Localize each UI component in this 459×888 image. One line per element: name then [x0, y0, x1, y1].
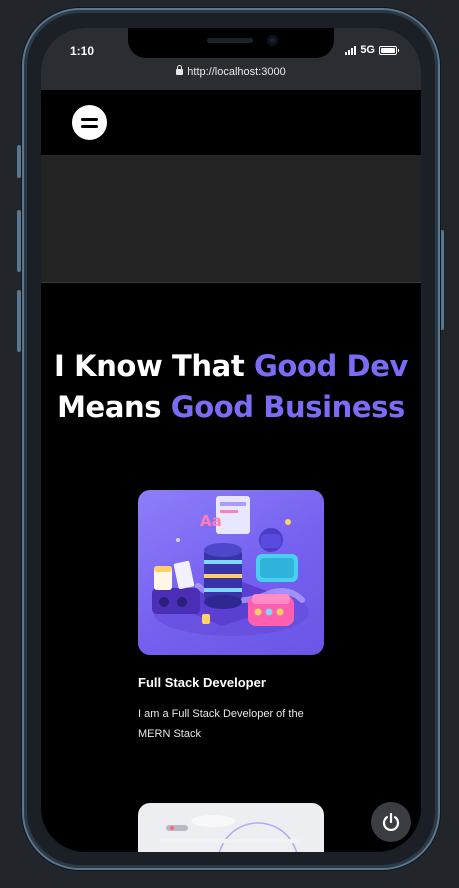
status-time: 1:10 — [70, 44, 95, 58]
power-icon — [382, 812, 400, 831]
status-indicators: 5G — [345, 44, 399, 56]
headline-accent: Good Dev — [254, 349, 408, 383]
battery-icon — [379, 45, 399, 55]
headline-accent: Good Business — [170, 390, 405, 424]
address-bar[interactable]: http://localhost:3000 — [41, 65, 421, 78]
status-bar: 1:10 5G http://localhost:3000 — [41, 28, 421, 90]
headline-part: Means — [57, 390, 171, 424]
service-illustration: Aa — [138, 490, 324, 655]
camera-icon — [267, 35, 278, 46]
phone-screen: 1:10 5G http://localhost:3000 I Know Tha… — [41, 28, 421, 852]
svg-text:Aa: Aa — [200, 512, 222, 530]
volume-up-button — [17, 210, 21, 272]
headline-part: I Know That — [54, 349, 255, 383]
menu-icon — [81, 124, 98, 128]
menu-button[interactable] — [72, 105, 107, 140]
notch — [128, 28, 334, 58]
service-title: Full Stack Developer — [138, 675, 266, 690]
volume-down-button — [17, 290, 21, 352]
hero-headline: I Know That Good Dev Means Good Business — [41, 346, 421, 428]
side-button — [440, 230, 444, 330]
hero-banner — [41, 155, 421, 283]
network-label: 5G — [360, 44, 375, 56]
home-indicator[interactable] — [159, 839, 301, 843]
lock-icon — [176, 65, 184, 75]
service-illustration — [138, 803, 324, 852]
service-description: I am a Full Stack Developer of the MERN … — [138, 708, 304, 740]
speaker-grille — [207, 38, 253, 43]
silent-switch — [17, 145, 21, 178]
url-text: http://localhost:3000 — [187, 66, 286, 78]
signal-icon — [345, 45, 357, 55]
menu-icon — [81, 117, 98, 121]
power-button[interactable] — [371, 802, 411, 842]
